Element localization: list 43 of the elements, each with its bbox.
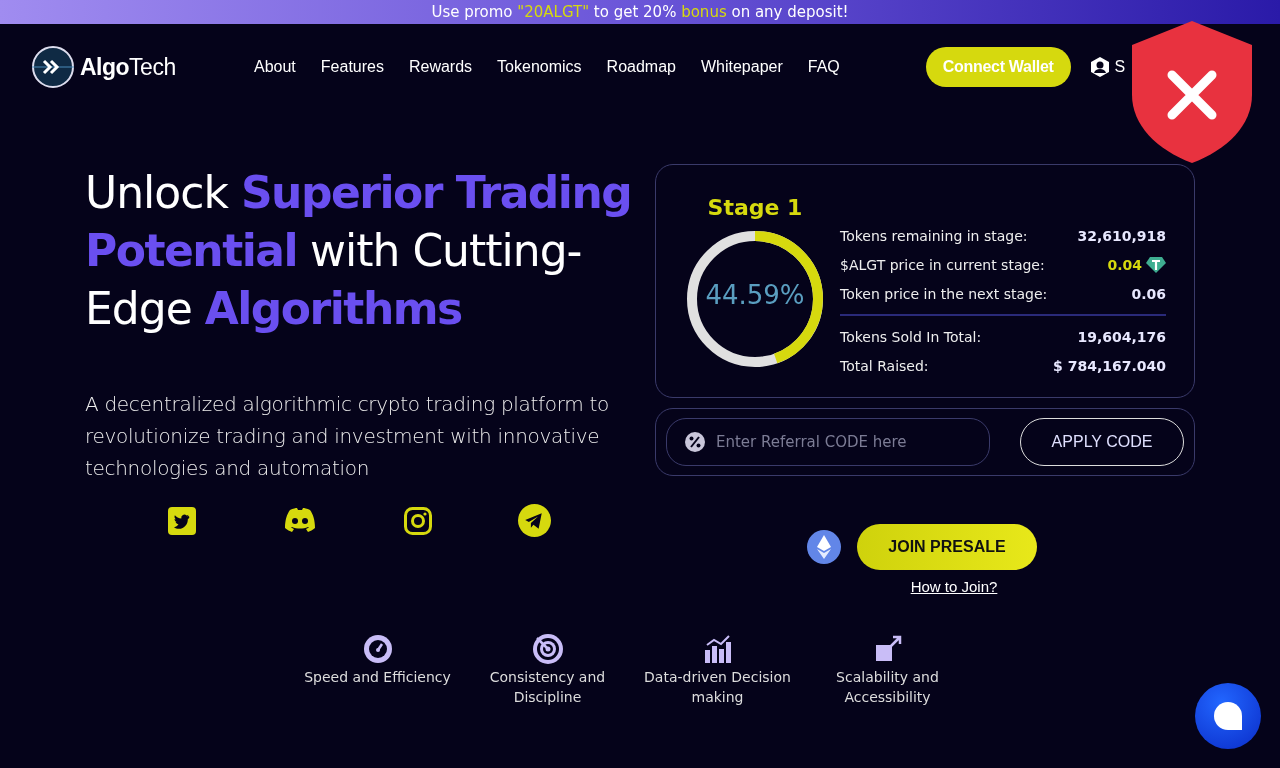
percent-icon [684, 431, 706, 453]
instagram-icon[interactable] [403, 505, 433, 536]
shield-icon [1130, 19, 1254, 165]
logo-text[interactable]: AlgoTech [80, 53, 176, 81]
stat-label: Total Raised: [840, 357, 929, 374]
stat-value: 0.06 [1131, 285, 1166, 302]
tether-icon [1146, 255, 1166, 274]
hero-description: A decentralized algorithmic crypto trading platform to revolutionize trading and investment with innovative technologies and automation [85, 391, 611, 482]
stat-label: Tokens Sold In Total: [840, 328, 982, 345]
nav-link[interactable]: Tokenomics [497, 58, 582, 76]
stat-label: Tokens remaining in stage: [840, 227, 1028, 244]
telegram-icon[interactable] [518, 504, 551, 537]
stat-label: $ALGT price in current stage: [840, 256, 1045, 273]
nav-link[interactable]: Whitepaper [700, 58, 783, 76]
gauge-icon [361, 633, 394, 665]
nav-link[interactable]: Features [320, 58, 384, 76]
ethereum-icon[interactable] [807, 530, 841, 564]
promo-banner-text: Use promo "20ALGT" to get 20% bonus on any deposit! [431, 3, 849, 21]
nav-link[interactable]: Rewards [408, 58, 473, 76]
stat-value: 0.04 [1107, 256, 1142, 273]
how-to-join-link[interactable]: How to Join? [910, 578, 998, 595]
feature-label: Speed and Efficiency [303, 668, 452, 687]
logo-icon[interactable] [32, 46, 74, 88]
stat-value: $ 784,167.040 [1053, 357, 1166, 374]
stage-title: Stage 1 [707, 195, 803, 220]
account-link[interactable]: S [1088, 56, 1126, 78]
stat-value: 32,610,918 [1077, 227, 1166, 244]
stat-label: Token price in the next stage: [840, 285, 1048, 302]
stat-value: 19,604,176 [1077, 328, 1166, 345]
target-icon [531, 633, 564, 665]
feature-label: Data-driven Decision making [643, 668, 792, 707]
feature-label: Consistency and Discipline [488, 668, 607, 707]
user-icon [1088, 56, 1111, 78]
hero-headline: Unlock Superior Trading Potential with Cutting-Edge Algorithms [85, 166, 633, 336]
progress-percent: 44.59% [704, 280, 806, 310]
nav-link[interactable]: About [254, 58, 296, 76]
referral-code-field[interactable]: Enter Referral CODE here [666, 418, 990, 466]
twitter-icon[interactable] [167, 505, 197, 536]
nav-link[interactable]: Roadmap [606, 58, 676, 76]
chat-bubble-icon [1212, 700, 1244, 732]
feature-label: Scalability and Accessibility [835, 668, 940, 707]
join-presale-button[interactable]: JOIN PRESALE [857, 524, 1037, 570]
nav-link[interactable]: FAQ [807, 58, 840, 76]
